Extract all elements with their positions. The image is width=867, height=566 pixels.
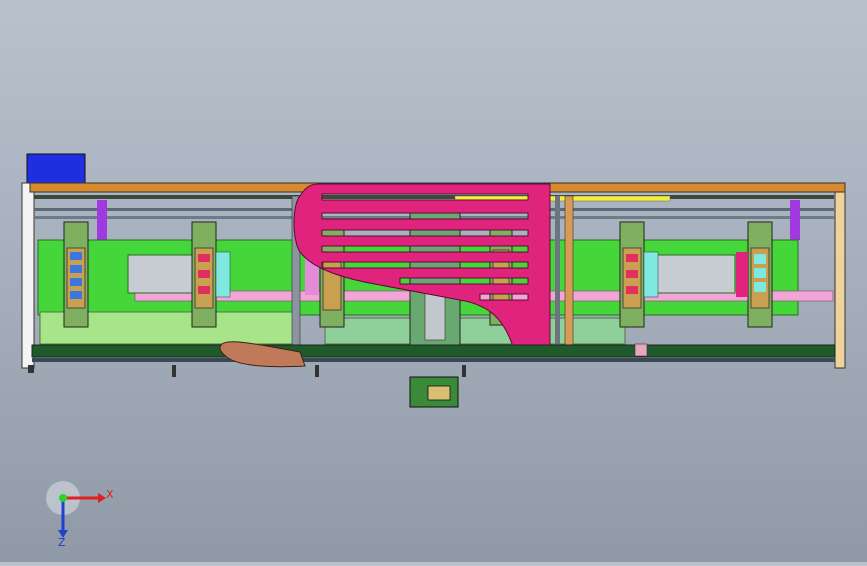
upper-rail[interactable] <box>34 195 834 199</box>
lower-conveyor[interactable] <box>31 344 836 358</box>
support-foot <box>172 365 176 377</box>
x-axis-label: X <box>106 488 114 501</box>
motor-block[interactable] <box>26 153 86 185</box>
z-axis-label: Z <box>58 536 66 548</box>
conveyor-end-block[interactable] <box>634 343 648 357</box>
gripper-module[interactable] <box>63 221 89 328</box>
control-box-screen <box>427 385 451 401</box>
light-green-base[interactable] <box>324 317 626 345</box>
support-foot <box>28 365 34 373</box>
vertical-post[interactable] <box>564 195 574 349</box>
left-end-post[interactable] <box>21 182 35 369</box>
purple-bracket[interactable] <box>97 200 107 240</box>
lower-rail[interactable] <box>32 358 835 362</box>
coordinate-triad: X Z <box>46 481 114 548</box>
triad-origin <box>59 494 67 502</box>
purple-bracket[interactable] <box>790 200 800 240</box>
support-foot <box>462 365 466 377</box>
center-lift-slot <box>424 289 446 341</box>
right-end-post[interactable] <box>834 182 846 369</box>
vertical-post[interactable] <box>555 196 560 346</box>
x-axis-arrowhead <box>98 493 106 503</box>
model-view[interactable] <box>0 0 867 562</box>
graphics-viewport[interactable]: X Z <box>0 0 867 562</box>
support-foot <box>315 365 319 377</box>
